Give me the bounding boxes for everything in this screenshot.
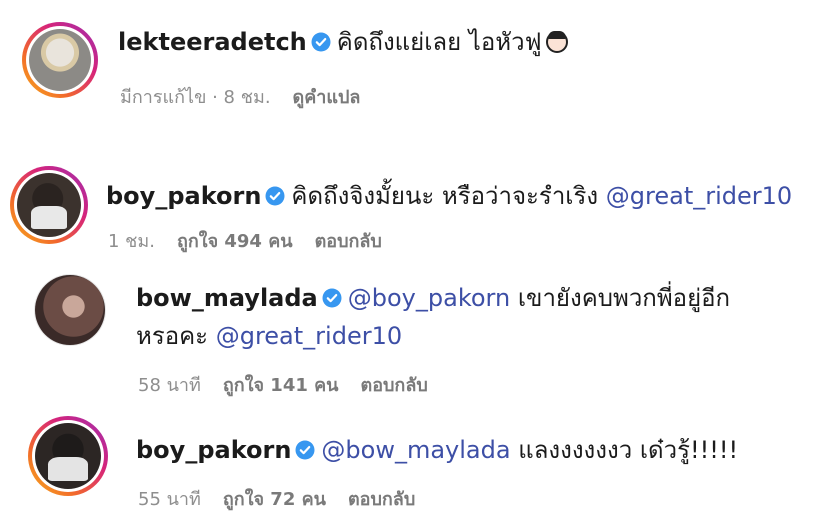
avatar[interactable] xyxy=(34,274,106,346)
mention-link[interactable]: @great_rider10 xyxy=(216,322,402,350)
avatar[interactable] xyxy=(22,22,98,98)
comment-time: มีการแก้ไข · 8 ชม. xyxy=(120,87,271,108)
comment-text: เขายังคบพวกพี่อยู่อีก xyxy=(517,284,731,312)
avatar[interactable] xyxy=(10,166,88,244)
username[interactable]: boy_pakorn xyxy=(136,436,291,464)
comment-time: 58 นาที xyxy=(138,375,201,396)
likes-count[interactable]: ถูกใจ 494 คน xyxy=(177,231,293,252)
reply-button[interactable]: ตอบกลับ xyxy=(315,231,382,252)
comment-time: 55 นาที xyxy=(138,489,201,510)
verified-badge-icon xyxy=(295,440,315,460)
username[interactable]: lekteeradetch xyxy=(118,28,307,56)
comment-text-continued: หรอคะ xyxy=(136,322,209,350)
woman-emoji-icon xyxy=(545,31,568,53)
comment-text: คิดถึงแย่เลย ไอหัวฟู xyxy=(336,28,542,56)
username[interactable]: bow_maylada xyxy=(136,284,318,312)
username[interactable]: boy_pakorn xyxy=(106,182,261,210)
mention-link[interactable]: @boy_pakorn xyxy=(348,284,510,312)
likes-count[interactable]: ถูกใจ 72 คน xyxy=(223,489,326,510)
verified-badge-icon xyxy=(265,186,285,206)
mention-link[interactable]: @bow_maylada xyxy=(321,436,510,464)
avatar[interactable] xyxy=(28,416,108,496)
see-translation-link[interactable]: ดูคำแปล xyxy=(293,87,361,108)
mention-link[interactable]: @great_rider10 xyxy=(606,182,792,210)
verified-badge-icon xyxy=(322,288,342,308)
reply-button[interactable]: ตอบกลับ xyxy=(361,375,428,396)
likes-count[interactable]: ถูกใจ 141 คน xyxy=(223,375,339,396)
comment-text: แลงงงงงงว เด๋วรู้!!!!! xyxy=(518,436,739,464)
reply-button[interactable]: ตอบกลับ xyxy=(348,489,415,510)
verified-badge-icon xyxy=(311,32,331,52)
comment-text: คิดถึงจิงมั้ยนะ หรือว่าจะรำเริง xyxy=(291,182,599,210)
comment-time: 1 ชม. xyxy=(108,231,155,252)
